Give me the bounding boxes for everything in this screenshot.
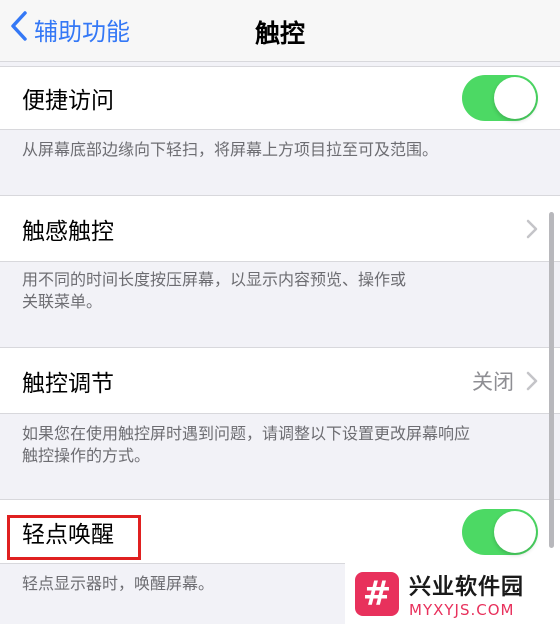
reachability-toggle[interactable] bbox=[462, 75, 538, 121]
tap-to-wake-toggle[interactable] bbox=[462, 508, 538, 555]
separator bbox=[0, 261, 560, 262]
navigation-bar: 辅助功能 触控 bbox=[0, 0, 560, 62]
toggle-knob bbox=[494, 77, 536, 119]
watermark: # 兴业软件园 MYXYJS.COM bbox=[345, 563, 560, 624]
row-reachability: 便捷访问 bbox=[0, 67, 560, 129]
row-label: 便捷访问 bbox=[22, 88, 114, 114]
row-detail-value: 关闭 bbox=[472, 369, 514, 394]
watermark-name: 兴业软件园 bbox=[409, 574, 525, 600]
row-label: 触控调节 bbox=[22, 370, 114, 397]
watermark-url: MYXYJS.COM bbox=[409, 600, 515, 619]
separator bbox=[0, 129, 560, 130]
footnote-line: 触控操作的方式。 bbox=[22, 446, 151, 465]
footnote: 用不同的时间长度按压屏幕，以显示内容预览、操作或 关联菜单。 bbox=[22, 269, 538, 313]
annotation-highlight-box bbox=[7, 515, 141, 560]
footnote: 如果您在使用触控屏时遇到问题，请调整以下设置更改屏幕响应 触控操作的方式。 bbox=[22, 423, 538, 467]
chevron-right-icon bbox=[526, 371, 538, 391]
scroll-indicator bbox=[549, 212, 554, 548]
separator bbox=[0, 413, 560, 414]
watermark-logo-icon: # bbox=[355, 571, 399, 616]
row-touch-accommodations[interactable]: 触控调节 关闭 bbox=[0, 348, 560, 413]
row-haptic-touch[interactable]: 触感触控 bbox=[0, 196, 560, 261]
footnote: 从屏幕底部边缘向下轻扫，将屏幕上方项目拉至可及范围。 bbox=[22, 140, 439, 159]
watermark-text: 兴业软件园 MYXYJS.COM bbox=[409, 569, 524, 619]
page-title: 触控 bbox=[254, 19, 305, 48]
toggle-knob bbox=[494, 510, 536, 553]
footnote-line: 关联菜单。 bbox=[22, 292, 103, 311]
footnote-line: 如果您在使用触控屏时遇到问题，请调整以下设置更改屏幕响应 bbox=[22, 424, 471, 443]
row-label: 触感触控 bbox=[22, 218, 114, 245]
chevron-right-icon bbox=[526, 219, 538, 239]
footnote-line: 用不同的时间长度按压屏幕，以显示内容预览、操作或 bbox=[22, 270, 407, 289]
